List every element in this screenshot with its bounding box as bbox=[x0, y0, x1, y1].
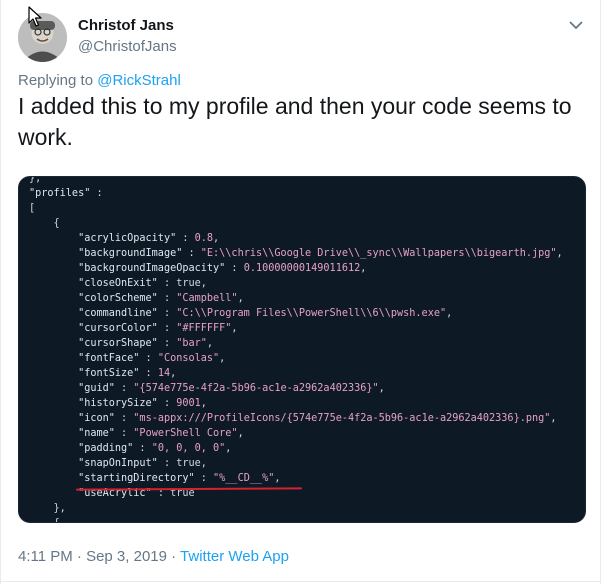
tweet-card: Christof Jans @ChristofJans Replying to … bbox=[0, 0, 601, 584]
code-line: "backgroundImageOpacity" : 0.10000000149… bbox=[78, 263, 367, 274]
avatar-image bbox=[18, 13, 67, 62]
tweet-meta: 4:11 PM · Sep 3, 2019 · Twitter Web App bbox=[18, 548, 289, 565]
code-line: }, bbox=[29, 176, 42, 184]
divider bbox=[1, 581, 601, 582]
code-line: "icon" : "ms-appx:///ProfileIcons/{574e7… bbox=[78, 413, 557, 424]
code-line: [ bbox=[29, 203, 36, 214]
code-line: "colorScheme" : "Campbell", bbox=[78, 293, 244, 304]
code-line: "acrylicOpacity" : 0.8, bbox=[78, 233, 220, 244]
code-line: "padding" : "0, 0, 0, 0", bbox=[78, 443, 232, 454]
tweet-image[interactable]: }, "profiles" : [ { "acrylicOpacity" : 0.8… bbox=[18, 176, 586, 523]
code-line: "profiles" : bbox=[29, 188, 103, 199]
mouse-cursor-icon bbox=[28, 6, 42, 27]
replying-to-label: Replying to bbox=[18, 72, 98, 89]
avatar[interactable] bbox=[18, 13, 67, 62]
code-line: "guid" : "{574e775e-4f2a-5b96-ac1e-a2962… bbox=[78, 383, 385, 394]
source-app-link[interactable]: Twitter Web App bbox=[180, 548, 289, 565]
code-line: "name" : "PowerShell Core", bbox=[78, 428, 244, 439]
code-line: }, bbox=[29, 503, 66, 514]
code-line: "backgroundImage" : "E:\\chris\\Google D… bbox=[78, 248, 563, 259]
code-line: "cursorShape" : "bar", bbox=[78, 338, 214, 349]
code-line: "startingDirectory" : "%__CD__%", bbox=[78, 473, 281, 484]
code-line: "historySize" : 9001, bbox=[78, 398, 207, 409]
author-name[interactable]: Christof Jans bbox=[78, 17, 174, 34]
code-line: { bbox=[29, 516, 563, 522]
tweet-timestamp[interactable]: 4:11 PM · Sep 3, 2019 · bbox=[18, 548, 180, 565]
code-line: "snapOnInput" : true, bbox=[78, 458, 207, 469]
code-line: "closeOnExit" : true, bbox=[78, 278, 207, 289]
code-line: "commandline" : "C:\\Program Files\\Powe… bbox=[78, 308, 453, 319]
tweet-text: I added this to my profile and then your… bbox=[18, 93, 572, 150]
code-line: { bbox=[29, 218, 60, 229]
code-line: "fontSize" : 14, bbox=[78, 368, 177, 379]
code-line: "fontFace" : "Consolas", bbox=[78, 353, 226, 364]
code-screenshot: }, "profiles" : [ { "acrylicOpacity" : 0.8… bbox=[29, 176, 563, 522]
author-handle[interactable]: @ChristofJans bbox=[78, 38, 177, 55]
mention-link[interactable]: @RickStrahl bbox=[97, 72, 181, 89]
code-line: "cursorColor" : "#FFFFFF", bbox=[78, 323, 238, 334]
chevron-down-icon[interactable] bbox=[567, 16, 585, 34]
replying-to: Replying to @RickStrahl bbox=[18, 72, 181, 89]
